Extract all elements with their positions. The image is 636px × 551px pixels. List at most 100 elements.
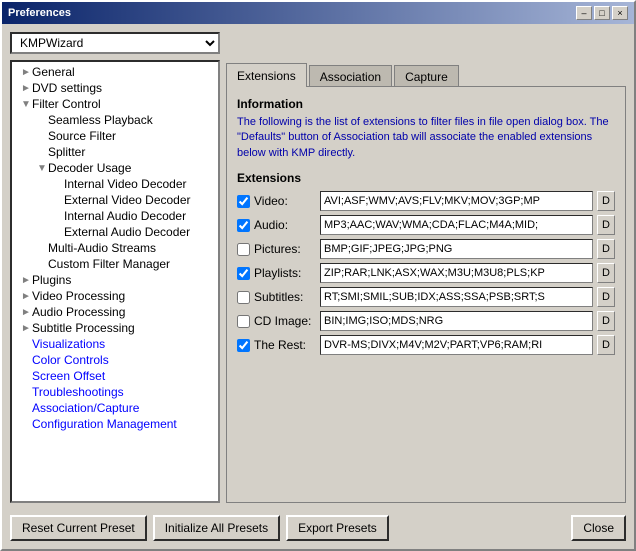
sidebar-item-custom-filter-manager[interactable]: Custom Filter Manager: [12, 256, 218, 272]
tree-item-label: Association/Capture: [32, 401, 139, 415]
ext-d-button-subtitles[interactable]: D: [597, 287, 615, 307]
ext-checkbox-pictures[interactable]: [237, 243, 250, 256]
ext-row-pictures: Pictures:BMP;GIF;JPEG;JPG;PNGD: [237, 239, 615, 259]
sidebar-item-dvd-settings[interactable]: ►DVD settings: [12, 80, 218, 96]
preferences-window: Preferences – □ × KMPWizard ►General►DVD…: [0, 0, 636, 551]
tree-expand-icon: ►: [20, 67, 32, 78]
extensions-section: Extensions Video:AVI;ASF;WMV;AVS;FLV;MKV…: [237, 171, 615, 355]
tree-item-label: Filter Control: [32, 97, 101, 111]
sidebar-item-configuration-management[interactable]: Configuration Management: [12, 416, 218, 432]
tree-expand-icon: ►: [20, 275, 32, 286]
info-title: Information: [237, 97, 615, 111]
tree-item-label: Troubleshootings: [32, 385, 124, 399]
ext-row-playlists: Playlists: ZIP;RAR;LNK;ASX;WAX;M3U;M3U8;P…: [237, 263, 615, 283]
close-button[interactable]: ×: [612, 6, 628, 20]
sidebar-item-source-filter[interactable]: Source Filter: [12, 128, 218, 144]
ext-value-audio: MP3;AAC;WAV;WMA;CDA;FLAC;M4A;MID;: [320, 215, 593, 235]
tree-item-label: Visualizations: [32, 337, 105, 351]
tab-content: Information The following is the list of…: [226, 86, 626, 503]
reset-preset-button[interactable]: Reset Current Preset: [10, 515, 147, 541]
sidebar-item-external-video-decoder[interactable]: External Video Decoder: [12, 192, 218, 208]
tree-item-label: Seamless Playback: [48, 113, 153, 127]
sidebar-item-plugins[interactable]: ►Plugins: [12, 272, 218, 288]
initialize-presets-button[interactable]: Initialize All Presets: [153, 515, 280, 541]
tree-expand-icon: ►: [20, 323, 32, 334]
tab-association[interactable]: Association: [309, 65, 392, 87]
tree-expand-icon: ►: [20, 83, 32, 94]
sidebar-item-multi-audio-streams[interactable]: Multi-Audio Streams: [12, 240, 218, 256]
ext-row-the-rest: The Rest: DVR-MS;DIVX;M4V;M2V;PART;VP6;RA…: [237, 335, 615, 355]
ext-checkbox-playlists[interactable]: [237, 267, 250, 280]
sidebar-item-audio-processing[interactable]: ►Audio Processing: [12, 304, 218, 320]
window-title: Preferences: [8, 7, 71, 19]
ext-d-button-video[interactable]: D: [597, 191, 615, 211]
ext-row-subtitles: Subtitles:RT;SMI;SMIL;SUB;IDX;ASS;SSA;PS…: [237, 287, 615, 307]
tree-item-label: Custom Filter Manager: [48, 257, 170, 271]
ext-value-the-rest: DVR-MS;DIVX;M4V;M2V;PART;VP6;RAM;RI: [320, 335, 593, 355]
ext-value-video: AVI;ASF;WMV;AVS;FLV;MKV;MOV;3GP;MP: [320, 191, 593, 211]
tree-item-label: Source Filter: [48, 129, 116, 143]
tree-item-label: General: [32, 65, 75, 79]
ext-d-button-playlists[interactable]: D: [597, 263, 615, 283]
ext-checkbox-the-rest[interactable]: [237, 339, 250, 352]
ext-row-cd-image: CD Image:BIN;IMG;ISO;MDS;NRGD: [237, 311, 615, 331]
tree-item-label: Internal Audio Decoder: [64, 209, 186, 223]
sidebar-item-internal-video-decoder[interactable]: Internal Video Decoder: [12, 176, 218, 192]
sidebar: ►General►DVD settings▼Filter ControlSeam…: [10, 60, 220, 503]
sidebar-item-general[interactable]: ►General: [12, 64, 218, 80]
tree-item-label: Subtitle Processing: [32, 321, 135, 335]
main-area: ►General►DVD settings▼Filter ControlSeam…: [10, 60, 626, 503]
sidebar-item-association-capture[interactable]: Association/Capture: [12, 400, 218, 416]
ext-label-playlists: Playlists:: [254, 266, 316, 280]
ext-checkbox-subtitles[interactable]: [237, 291, 250, 304]
title-bar: Preferences – □ ×: [2, 2, 634, 24]
sidebar-item-seamless-playback[interactable]: Seamless Playback: [12, 112, 218, 128]
sidebar-item-filter-control[interactable]: ▼Filter Control: [12, 96, 218, 112]
ext-d-button-audio[interactable]: D: [597, 215, 615, 235]
extension-rows: Video:AVI;ASF;WMV;AVS;FLV;MKV;MOV;3GP;MP…: [237, 191, 615, 355]
minimize-button[interactable]: –: [576, 6, 592, 20]
sidebar-item-visualizations[interactable]: Visualizations: [12, 336, 218, 352]
close-dialog-button[interactable]: Close: [571, 515, 626, 541]
window-content: KMPWizard ►General►DVD settings▼Filter C…: [2, 24, 634, 549]
tree-item-label: Decoder Usage: [48, 161, 131, 175]
sidebar-item-video-processing[interactable]: ►Video Processing: [12, 288, 218, 304]
ext-checkbox-cd-image[interactable]: [237, 315, 250, 328]
sidebar-item-screen-offset[interactable]: Screen Offset: [12, 368, 218, 384]
sidebar-item-subtitle-processing[interactable]: ►Subtitle Processing: [12, 320, 218, 336]
tree-item-label: Video Processing: [32, 289, 125, 303]
sidebar-item-color-controls[interactable]: Color Controls: [12, 352, 218, 368]
tree-item-label: Audio Processing: [32, 305, 125, 319]
ext-checkbox-audio[interactable]: [237, 219, 250, 232]
tree-expand-icon: ►: [20, 307, 32, 318]
tree-item-label: DVD settings: [32, 81, 102, 95]
ext-value-pictures: BMP;GIF;JPEG;JPG;PNG: [320, 239, 593, 259]
preset-select[interactable]: KMPWizard: [10, 32, 220, 54]
ext-label-the-rest: The Rest:: [254, 338, 316, 352]
tree-expand-icon: ▼: [20, 99, 32, 110]
tree-item-label: Color Controls: [32, 353, 109, 367]
info-section: Information The following is the list of…: [237, 97, 615, 161]
export-presets-button[interactable]: Export Presets: [286, 515, 389, 541]
ext-d-button-the-rest[interactable]: D: [597, 335, 615, 355]
tabs: ExtensionsAssociationCapture: [226, 60, 626, 86]
tree-item-label: External Video Decoder: [64, 193, 191, 207]
ext-value-playlists: ZIP;RAR;LNK;ASX;WAX;M3U;M3U8;PLS;KP: [320, 263, 593, 283]
sidebar-item-splitter[interactable]: Splitter: [12, 144, 218, 160]
ext-d-button-pictures[interactable]: D: [597, 239, 615, 259]
sidebar-item-external-audio-decoder[interactable]: External Audio Decoder: [12, 224, 218, 240]
ext-d-button-cd-image[interactable]: D: [597, 311, 615, 331]
sidebar-item-internal-audio-decoder[interactable]: Internal Audio Decoder: [12, 208, 218, 224]
tab-capture[interactable]: Capture: [394, 65, 459, 87]
sidebar-item-decoder-usage[interactable]: ▼Decoder Usage: [12, 160, 218, 176]
ext-checkbox-video[interactable]: [237, 195, 250, 208]
tab-extensions[interactable]: Extensions: [226, 63, 307, 87]
maximize-button[interactable]: □: [594, 6, 610, 20]
ext-value-cd-image: BIN;IMG;ISO;MDS;NRG: [320, 311, 593, 331]
tree-item-label: Configuration Management: [32, 417, 177, 431]
tree-item-label: Multi-Audio Streams: [48, 241, 156, 255]
ext-label-audio: Audio:: [254, 218, 316, 232]
tree-item-label: Internal Video Decoder: [64, 177, 187, 191]
ext-row-audio: Audio: MP3;AAC;WAV;WMA;CDA;FLAC;M4A;MID;D: [237, 215, 615, 235]
sidebar-item-troubleshootings[interactable]: Troubleshootings: [12, 384, 218, 400]
